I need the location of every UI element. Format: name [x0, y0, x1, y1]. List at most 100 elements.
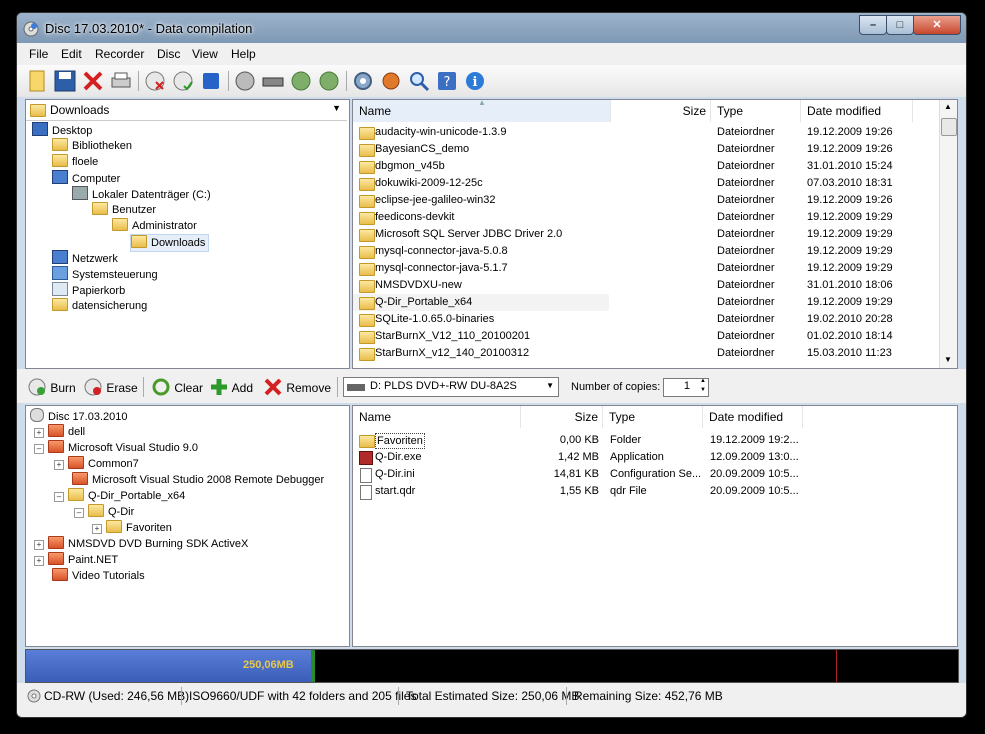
disc-tree-item-video-tutorials[interactable]: Video Tutorials	[52, 568, 145, 584]
delete-button[interactable]	[81, 69, 105, 93]
folder-combo[interactable]: Downloads ▼	[26, 100, 347, 121]
stop-button[interactable]	[199, 69, 223, 93]
column-header-type[interactable]: Type	[711, 100, 801, 122]
tree-item-papierkorb[interactable]: Papierkorb	[52, 282, 125, 298]
menu-help[interactable]: Help	[231, 47, 256, 61]
tree-item-benutzer[interactable]: Benutzer	[92, 202, 156, 218]
save-button[interactable]	[53, 69, 77, 93]
status-bar: CD-RW (Used: 246,56 MB) ISO9660/UDF with…	[17, 683, 966, 717]
info-button[interactable]: i	[463, 69, 487, 93]
disc-tree-item-remote-debugger[interactable]: Microsoft Visual Studio 2008 Remote Debu…	[72, 472, 324, 488]
column-header-date[interactable]: Date modified	[801, 100, 913, 122]
minimize-button[interactable]: –	[859, 15, 887, 35]
drive-select[interactable]: D: PLDS DVD+-RW DU-8A2S ▼	[343, 377, 559, 397]
stepper-up-icon[interactable]: ▲	[700, 378, 706, 384]
file-list-row[interactable]: BayesianCS_demo Dateiordner 19.12.2009 19:…	[353, 141, 939, 158]
expand-icon[interactable]: +	[34, 540, 44, 550]
disc-column-header-type[interactable]: Type	[603, 406, 703, 428]
column-header-size[interactable]: Size	[611, 100, 711, 122]
scroll-thumb[interactable]	[941, 118, 957, 136]
close-button[interactable]: ✕	[913, 15, 961, 35]
disc-column-header-size[interactable]: Size	[521, 406, 603, 428]
maximize-button[interactable]: □	[886, 15, 914, 35]
disc-tree-item-paintnet[interactable]: + Paint.NET	[34, 552, 118, 568]
menu-view[interactable]: View	[192, 47, 218, 61]
erase-disc-button[interactable]	[143, 69, 167, 93]
collapse-icon[interactable]: –	[34, 444, 44, 454]
tree-item-administrator[interactable]: Administrator	[112, 218, 197, 234]
eject-button[interactable]	[289, 69, 313, 93]
tree-item-datensicherung[interactable]: datensicherung	[52, 298, 147, 314]
drive-info-button[interactable]	[233, 69, 257, 93]
folder-icon	[52, 568, 68, 581]
file-list-row[interactable]: Microsoft SQL Server JDBC Driver 2.0 Date…	[353, 226, 939, 243]
print-button[interactable]	[109, 69, 133, 93]
menu-recorder[interactable]: Recorder	[95, 47, 144, 61]
menu-edit[interactable]: Edit	[61, 47, 82, 61]
load-button[interactable]	[317, 69, 341, 93]
disc-root[interactable]: Disc 17.03.2010	[30, 408, 128, 424]
file-list-row[interactable]: eclipse-jee-galileo-win32 Dateiordner 19.1…	[353, 192, 939, 209]
expand-icon[interactable]: +	[34, 556, 44, 566]
tree-item-computer[interactable]: Computer	[52, 170, 120, 186]
menu-disc[interactable]: Disc	[157, 47, 180, 61]
file-list-row[interactable]: SQLite-1.0.65.0-binaries Dateiordner 19.02…	[353, 311, 939, 328]
disc-tree-item-vs9[interactable]: – Microsoft Visual Studio 9.0	[34, 440, 198, 456]
stepper-down-icon[interactable]: ▼	[700, 387, 706, 393]
disc-tree-item-nmsdvd[interactable]: + NMSDVD DVD Burning SDK ActiveX	[34, 536, 248, 552]
vertical-scrollbar[interactable]: ▲ ▼	[939, 100, 957, 368]
disc-column-header-name[interactable]: Name	[353, 406, 521, 428]
tree-item-floele[interactable]: floele	[52, 154, 98, 170]
tree-item-desktop[interactable]: Desktop	[32, 122, 92, 138]
erase-button[interactable]: Erase	[83, 377, 138, 397]
collapse-icon[interactable]: –	[74, 508, 84, 518]
folder-icon	[48, 424, 64, 437]
new-button[interactable]	[25, 69, 49, 93]
disc-list-row[interactable]: start.qdr 1,55 KB qdr File 20.09.2009 10…	[353, 483, 957, 500]
burn-disc-button[interactable]	[171, 69, 195, 93]
menu-file[interactable]: File	[29, 47, 48, 61]
file-list-row[interactable]: audacity-win-unicode-1.3.9 Dateiordner 19.…	[353, 124, 939, 141]
help-button[interactable]: ?	[435, 69, 459, 93]
expand-icon[interactable]: +	[54, 460, 64, 470]
disc-list-row[interactable]: Q-Dir.exe 1,42 MB Application 12.09.2009…	[353, 449, 957, 466]
disc-list-row[interactable]: Q-Dir.ini 14,81 KB Configuration Se... 2…	[353, 466, 957, 483]
chevron-down-icon[interactable]: ▼	[546, 381, 554, 390]
scroll-down-arrow[interactable]: ▼	[944, 355, 952, 364]
tree-item-downloads[interactable]: Downloads	[130, 234, 210, 252]
disc-column-header-date[interactable]: Date modified	[703, 406, 803, 428]
file-list-row[interactable]: StarBurnX_V12_110_20100201 Dateiordner 01.…	[353, 328, 939, 345]
disc-list-row[interactable]: Favoriten 0,00 KB Folder 19.12.2009 19:2…	[353, 432, 957, 449]
scroll-up-arrow[interactable]: ▲	[944, 102, 952, 111]
disc-tree-item-common7[interactable]: + Common7	[54, 456, 139, 472]
file-list-row[interactable]: mysql-connector-java-5.1.7 Dateiordner 19.…	[353, 260, 939, 277]
settings-button[interactable]	[351, 69, 375, 93]
tools-button[interactable]	[379, 69, 403, 93]
chevron-down-icon[interactable]: ▼	[332, 103, 341, 113]
remove-button[interactable]: Remove	[263, 377, 331, 397]
disc-tree-item-qdir[interactable]: – Q-Dir	[74, 504, 134, 520]
expand-icon[interactable]: +	[34, 428, 44, 438]
file-list-row[interactable]: feedicons-devkit Dateiordner 19.12.2009 19…	[353, 209, 939, 226]
clear-button[interactable]: Clear	[151, 377, 203, 397]
expand-icon[interactable]: +	[92, 524, 102, 534]
tree-item-bibliotheken[interactable]: Bibliotheken	[52, 138, 132, 154]
drive-button[interactable]	[261, 69, 285, 93]
file-list-row[interactable]: dokuwiki-2009-12-25c Dateiordner 07.03.201…	[353, 175, 939, 192]
collapse-icon[interactable]: –	[54, 492, 64, 502]
copies-stepper[interactable]: 1 ▲ ▼	[663, 378, 709, 397]
burn-button[interactable]: Burn	[27, 377, 76, 397]
add-button[interactable]: Add	[209, 377, 253, 397]
file-list-row[interactable]: dbgmon_v45b Dateiordner 31.01.2010 15:24	[353, 158, 939, 175]
tree-item-systemsteuerung[interactable]: Systemsteuerung	[52, 266, 158, 282]
tree-item-netzwerk[interactable]: Netzwerk	[52, 250, 118, 266]
disc-tree-item-dell[interactable]: + dell	[34, 424, 85, 440]
disc-tree-item-favoriten[interactable]: + Favoriten	[92, 520, 172, 536]
file-list-row[interactable]: mysql-connector-java-5.0.8 Dateiordner 19.…	[353, 243, 939, 260]
file-list-row[interactable]: StarBurnX_v12_140_20100312 Dateiordner 15.…	[353, 345, 939, 362]
disc-tree-item-qdir-portable[interactable]: – Q-Dir_Portable_x64	[54, 488, 185, 504]
search-button[interactable]	[407, 69, 431, 93]
tree-item-local-disk[interactable]: Lokaler Datenträger (C:)	[72, 186, 211, 202]
file-list-row[interactable]: Q-Dir_Portable_x64 Dateiordner 19.12.2009 …	[353, 294, 893, 311]
file-list-row[interactable]: NMSDVDXU-new Dateiordner 31.01.2010 18:06	[353, 277, 939, 294]
